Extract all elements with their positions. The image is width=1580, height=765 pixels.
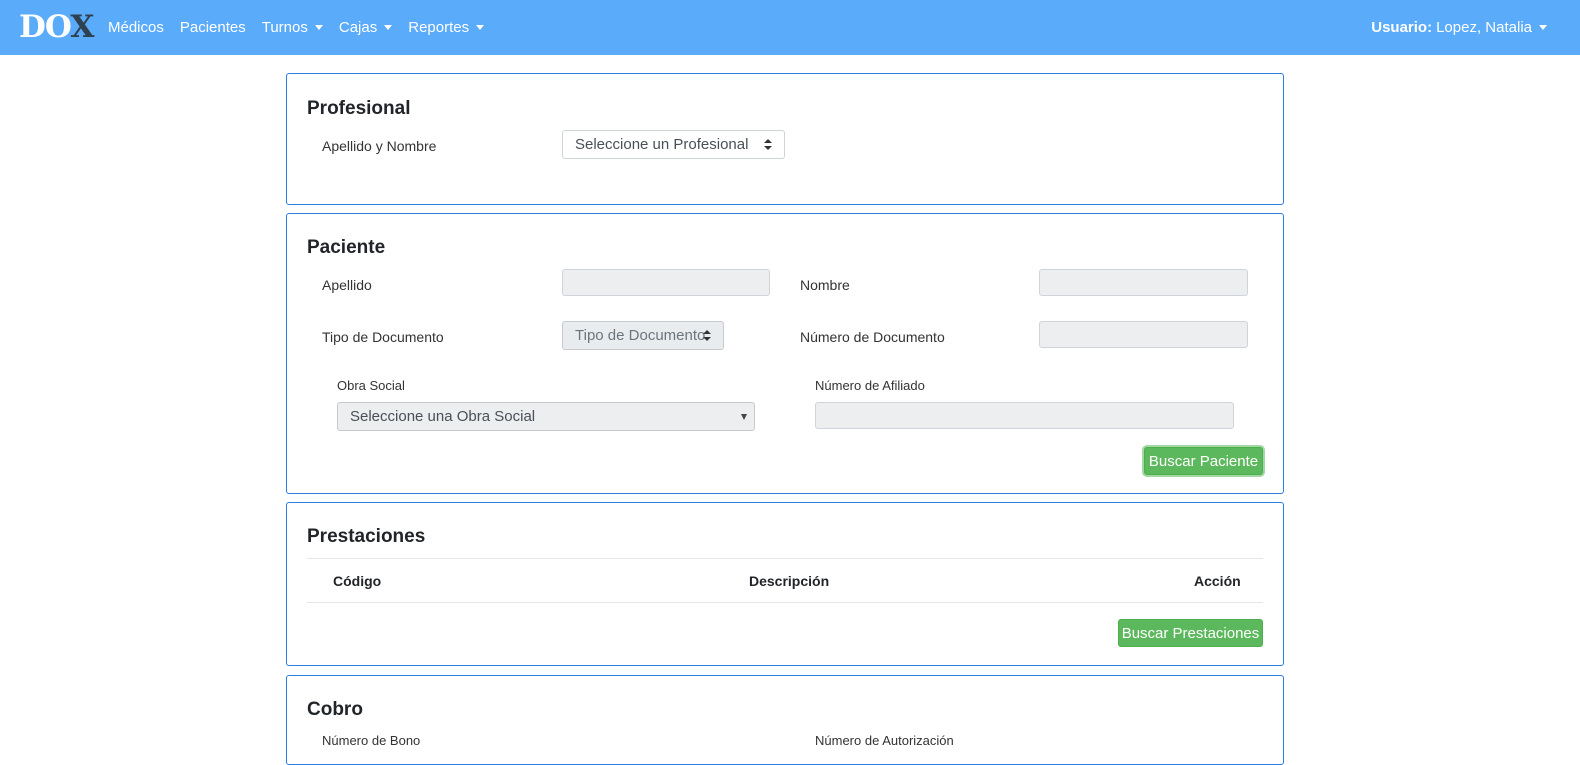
nav-reportes-label: Reportes (408, 19, 470, 36)
label-nombre: Nombre (800, 277, 850, 293)
nav-pacientes-label: Pacientes (179, 19, 246, 36)
nav-reportes-dropdown[interactable]: Reportes (408, 19, 485, 36)
updown-arrows-icon (703, 330, 711, 342)
buscar-prestaciones-label: Buscar Prestaciones (1121, 624, 1260, 642)
updown-arrows-icon (764, 139, 772, 151)
user-menu-dropdown[interactable]: Usuario: Lopez, Natalia (1371, 0, 1547, 55)
caret-down-icon (384, 25, 393, 30)
numero-afiliado-input[interactable] (815, 402, 1234, 429)
profesional-select[interactable]: Seleccione un Profesional (562, 130, 785, 159)
numero-documento-input[interactable] (1039, 321, 1248, 348)
apellido-input[interactable] (562, 269, 770, 296)
buscar-prestaciones-button[interactable]: Buscar Prestaciones (1118, 619, 1263, 647)
section-title-paciente: Paciente (307, 237, 386, 258)
card-profesional: Profesional Apellido y Nombre Seleccione… (286, 73, 1284, 205)
label-numero-documento: Número de Documento (800, 329, 945, 345)
brand-x: X (70, 9, 94, 45)
buscar-paciente-label: Buscar Paciente (1148, 452, 1259, 470)
column-header-accion: Acción (1194, 573, 1241, 589)
nav-medicos[interactable]: Médicos (108, 19, 164, 36)
column-header-descripcion: Descripción (749, 573, 830, 589)
caret-down-icon (1539, 25, 1547, 30)
card-cobro: Cobro Número de Bono Número de Autorizac… (286, 675, 1284, 765)
profesional-select-value: Seleccione un Profesional (575, 136, 749, 153)
card-prestaciones: Prestaciones Código Descripción Acción B… (286, 502, 1284, 666)
table-header-top-divider (307, 558, 1263, 559)
nav-turnos-dropdown[interactable]: Turnos (262, 19, 323, 36)
brand-text: DO (19, 9, 71, 45)
main-nav: Médicos Pacientes Turnos Cajas Reportes (108, 0, 500, 55)
table-header-bottom-divider (307, 602, 1263, 603)
label-numero-autorizacion: Número de Autorización (815, 733, 954, 748)
nombre-input[interactable] (1039, 269, 1248, 296)
nav-pacientes[interactable]: Pacientes (180, 19, 246, 36)
tipo-documento-select[interactable]: Tipo de Documento (562, 321, 724, 350)
nav-medicos-label: Médicos (108, 19, 164, 36)
label-numero-afiliado: Número de Afiliado (815, 378, 925, 393)
caret-down-icon (476, 25, 485, 30)
nav-cajas-label: Cajas (338, 19, 378, 36)
card-paciente: Paciente Apellido Nombre Tipo de Documen… (286, 213, 1284, 494)
buscar-paciente-button[interactable]: Buscar Paciente (1144, 447, 1263, 475)
label-tipo-documento: Tipo de Documento (322, 329, 444, 345)
nav-turnos-label: Turnos (261, 19, 308, 36)
label-obra-social: Obra Social (337, 378, 405, 393)
top-navbar: DOX Médicos Pacientes Turnos Cajas Repor… (0, 0, 1580, 55)
triangle-down-icon (741, 414, 747, 420)
nav-cajas-dropdown[interactable]: Cajas (338, 19, 393, 36)
obra-social-value: Seleccione una Obra Social (350, 408, 536, 425)
obra-social-select[interactable]: Seleccione una Obra Social (337, 402, 755, 431)
user-prefix: Usuario: (1371, 19, 1433, 36)
column-header-codigo: Código (333, 573, 382, 589)
user-name: Lopez, Natalia (1436, 19, 1532, 36)
label-apellido: Apellido (322, 277, 372, 293)
section-title-profesional: Profesional (307, 98, 411, 119)
caret-down-icon (314, 25, 323, 30)
label-numero-bono: Número de Bono (322, 733, 421, 748)
brand-logo[interactable]: DOX (19, 9, 94, 45)
label-apellido-nombre: Apellido y Nombre (322, 138, 437, 154)
section-title-prestaciones: Prestaciones (307, 526, 426, 547)
tipo-documento-value: Tipo de Documento (575, 327, 706, 344)
section-title-cobro: Cobro (307, 699, 363, 720)
